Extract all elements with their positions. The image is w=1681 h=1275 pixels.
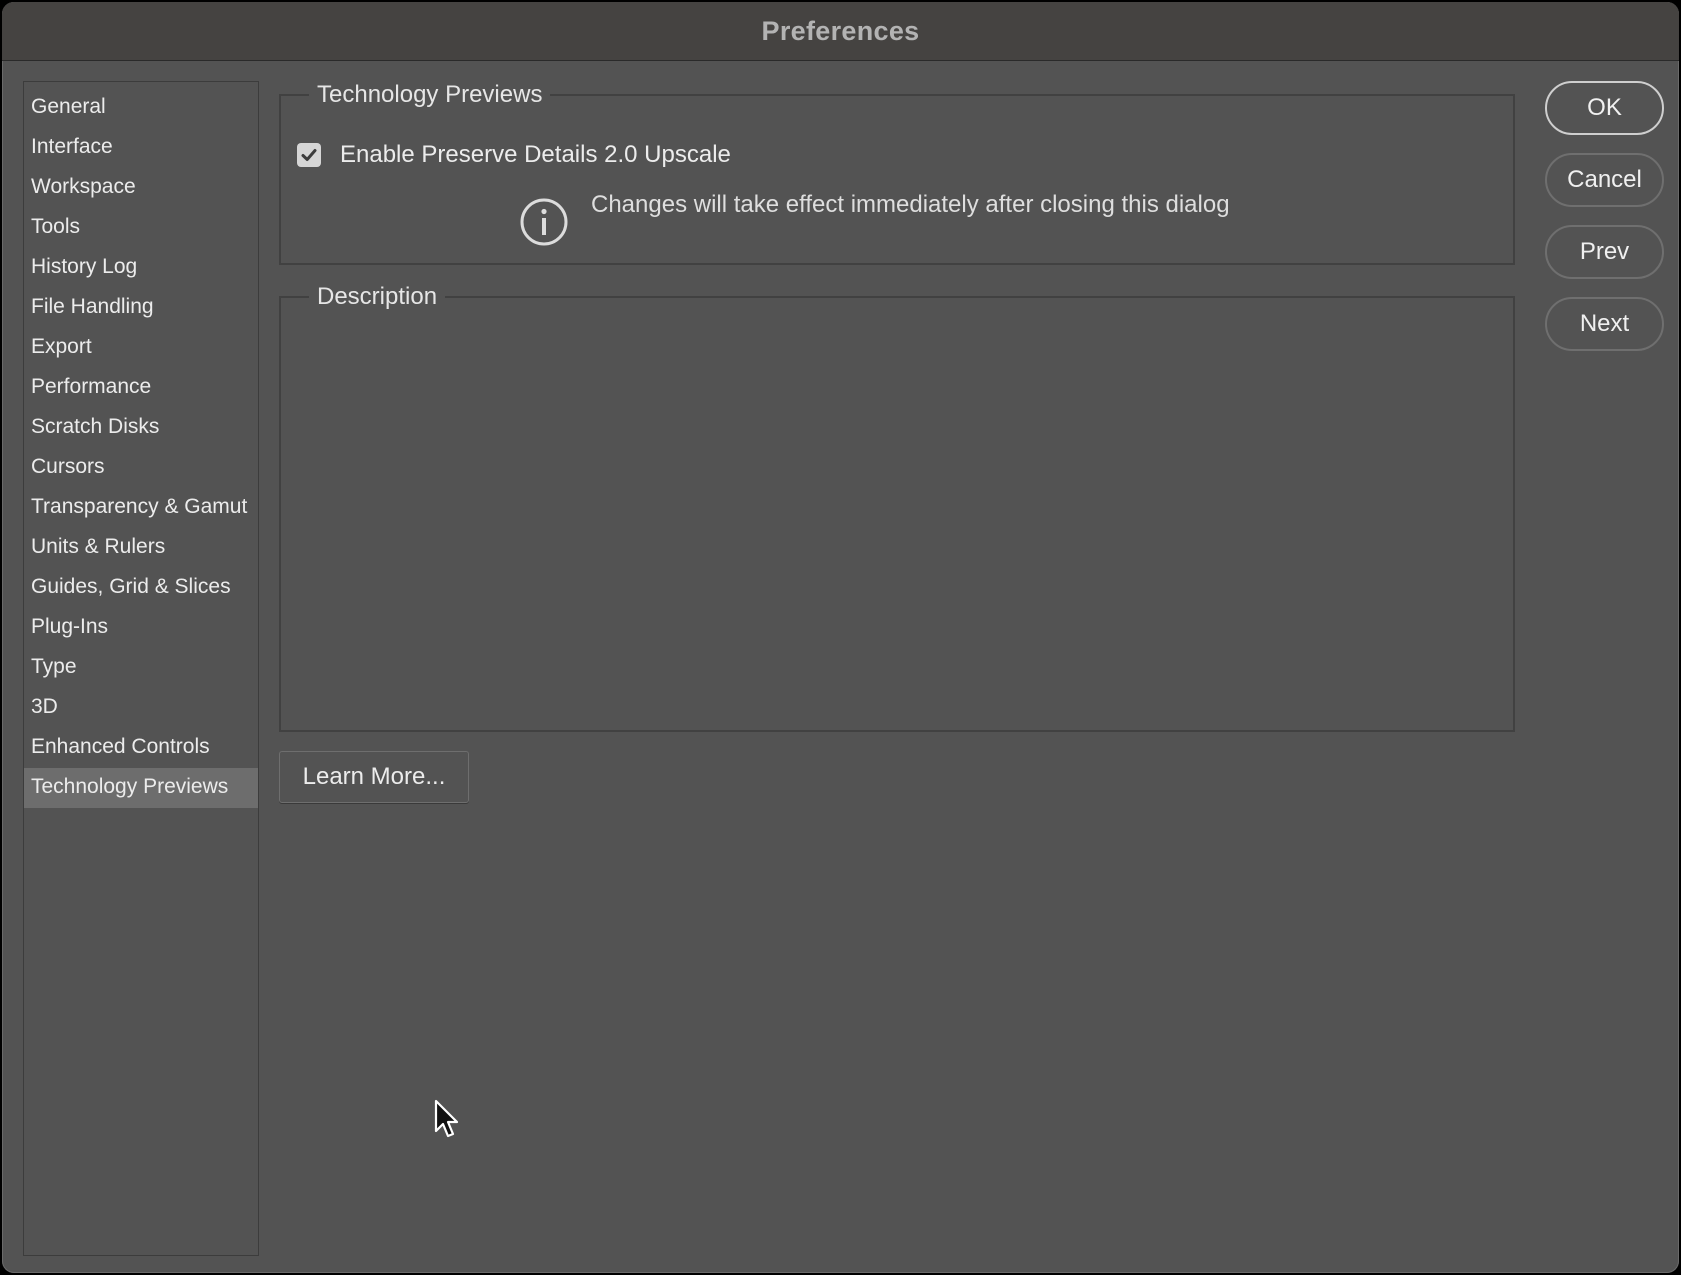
preferences-sidebar: General Interface Workspace Tools History Lo… [23,81,259,1256]
mouse-pointer-icon [434,1099,459,1138]
next-button[interactable]: Next [1545,297,1664,351]
sidebar-item-workspace[interactable]: Workspace [24,168,258,208]
preserve-details-checkbox[interactable] [297,143,321,167]
window-title: Preferences [2,2,1679,61]
sidebar-item-scratch-disks[interactable]: Scratch Disks [24,408,258,448]
sidebar-item-units-rulers[interactable]: Units & Rulers [24,528,258,568]
sidebar-item-transparency-gamut[interactable]: Transparency & Gamut [24,488,258,528]
learn-more-button[interactable]: Learn More... [279,751,469,803]
preserve-details-checkbox-row[interactable]: Enable Preserve Details 2.0 Upscale [297,139,731,171]
sidebar-item-export[interactable]: Export [24,328,258,368]
sidebar-item-file-handling[interactable]: File Handling [24,288,258,328]
description-legend: Description [317,283,438,310]
sidebar-item-enhanced-controls[interactable]: Enhanced Controls [24,728,258,768]
technology-previews-legend: Technology Previews [317,81,543,108]
info-icon [520,198,568,246]
description-group: Description [279,283,1515,732]
sidebar-item-guides-grid-slices[interactable]: Guides, Grid & Slices [24,568,258,608]
technology-previews-group: Technology Previews Enable Preserve Deta… [279,81,1515,265]
sidebar-item-interface[interactable]: Interface [24,128,258,168]
sidebar-item-performance[interactable]: Performance [24,368,258,408]
sidebar-item-3d[interactable]: 3D [24,688,258,728]
sidebar-item-technology-previews[interactable]: Technology Previews [24,768,258,808]
preferences-window: Preferences General Interface Workspace Too… [2,2,1679,1273]
sidebar-item-cursors[interactable]: Cursors [24,448,258,488]
sidebar-item-history-log[interactable]: History Log [24,248,258,288]
ok-button[interactable]: OK [1545,81,1664,135]
info-message: Changes will take effect immediately aft… [591,191,1230,218]
sidebar-item-tools[interactable]: Tools [24,208,258,248]
cancel-button[interactable]: Cancel [1545,153,1664,207]
checkmark-icon [301,149,317,161]
preserve-details-label: Enable Preserve Details 2.0 Upscale [340,141,731,168]
prev-button[interactable]: Prev [1545,225,1664,279]
sidebar-item-general[interactable]: General [24,88,258,128]
sidebar-item-plug-ins[interactable]: Plug-Ins [24,608,258,648]
sidebar-item-type[interactable]: Type [24,648,258,688]
